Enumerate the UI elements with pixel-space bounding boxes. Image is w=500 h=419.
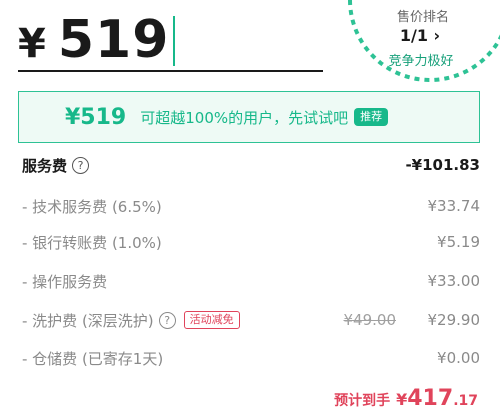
service-fee-label: 服务费 <box>22 156 68 175</box>
chevron-right-icon: › <box>433 26 441 45</box>
ranking-note: 竞争力极好 <box>388 54 454 69</box>
price-value: 519 <box>57 10 170 70</box>
suggested-price-banner[interactable]: ¥519 可超越100%的用户，先试试吧 推荐 <box>18 91 480 143</box>
fee-name: - 技术服务费 (6.5%) <box>22 197 162 216</box>
fee-row: - 银行转账费 (1.0%) ¥5.19 <box>22 229 482 255</box>
fee-amount: ¥5.19 <box>437 233 480 251</box>
price-currency: ¥ <box>18 21 46 67</box>
fee-name: - 洗护费 (深层洗护) <box>22 311 154 330</box>
original-fee-amount: ¥49.00 <box>343 311 397 329</box>
estimated-payout-label: 预计到手 <box>334 393 391 409</box>
text-cursor <box>173 16 176 66</box>
promo-price: ¥519 <box>65 104 127 130</box>
fee-name: - 银行转账费 (1.0%) <box>22 233 162 252</box>
promo-text: 可超越100%的用户，先试试吧 <box>140 108 349 127</box>
service-fee-header: 服务费 ? -¥101.83 <box>22 152 482 178</box>
service-fee-amount: -¥101.83 <box>405 156 480 174</box>
fee-name: - 操作服务费 <box>22 272 108 291</box>
payout-decimal: .17 <box>453 393 478 409</box>
recommend-tag: 推荐 <box>354 108 389 126</box>
ranking-title: 售价排名 <box>396 10 449 25</box>
fee-row: - 技术服务费 (6.5%) ¥33.74 <box>22 193 482 219</box>
payout-integer: 417 <box>407 386 454 411</box>
payout-currency: ¥ <box>396 390 408 409</box>
fee-name: - 仓储费 (已寄存1天) <box>22 349 164 368</box>
price-input[interactable]: ¥ 519 <box>18 8 323 72</box>
fee-amount: ¥29.90 <box>427 311 481 329</box>
fee-amount: ¥0.00 <box>437 349 480 367</box>
help-icon[interactable]: ? <box>72 156 90 174</box>
estimated-payout: 预计到手 ¥ 417 .17 <box>334 386 478 414</box>
discount-badge: 活动减免 <box>183 311 240 329</box>
fee-amount: ¥33.74 <box>427 197 481 215</box>
fee-row: - 仓储费 (已寄存1天) ¥0.00 <box>22 345 482 371</box>
ranking-value-link[interactable]: 1/1 › <box>380 26 460 45</box>
fee-row: - 洗护费 (深层洗护) ? 活动减免 ¥49.00 ¥29.90 <box>22 307 482 333</box>
ranking-value: 1/1 <box>399 26 428 45</box>
help-icon[interactable]: ? <box>158 311 176 329</box>
fee-amount: ¥33.00 <box>427 272 481 290</box>
fee-row: - 操作服务费 ¥33.00 <box>22 268 482 294</box>
